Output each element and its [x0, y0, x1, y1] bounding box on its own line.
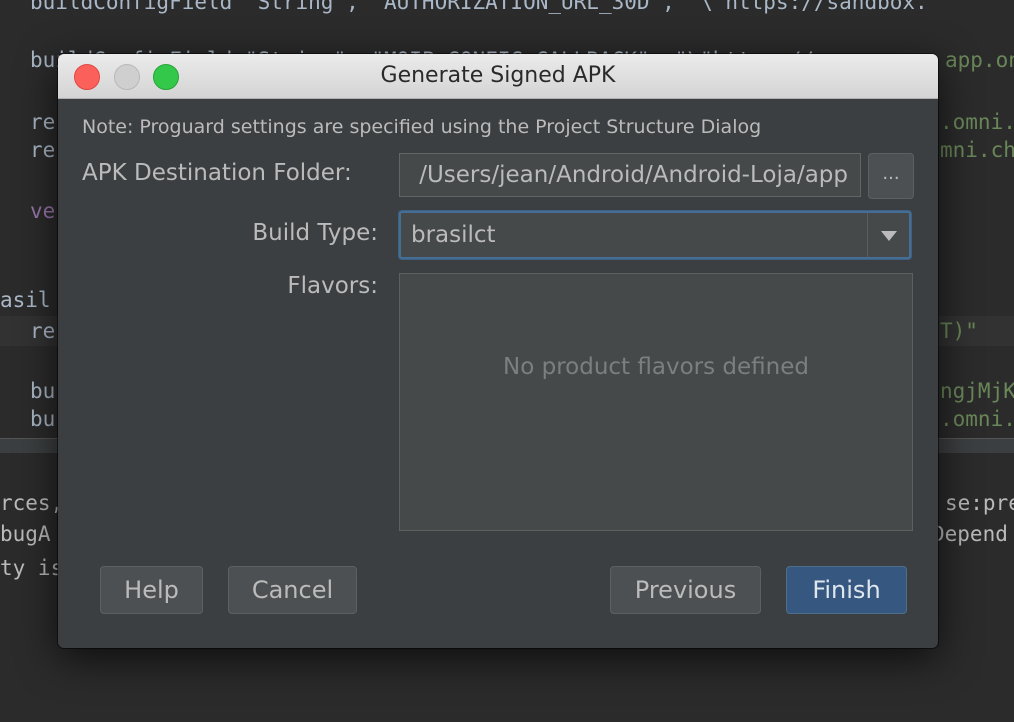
- build-type-value: brasilct: [411, 222, 496, 248]
- flavors-list[interactable]: No product flavors defined: [399, 273, 913, 531]
- browse-folder-button[interactable]: ...: [868, 153, 914, 199]
- help-button[interactable]: Help: [100, 566, 203, 614]
- code-line: ve: [30, 199, 56, 223]
- code-line: re: [30, 110, 56, 134]
- console-line: rces,: [0, 491, 64, 515]
- code-line: re: [30, 138, 56, 162]
- dialog-titlebar[interactable]: Generate Signed APK: [58, 54, 938, 99]
- code-line-fragment: T)": [940, 319, 978, 343]
- code-line-fragment: .omni.: [940, 110, 1014, 134]
- code-line: bu: [30, 379, 56, 403]
- code-line-fragment: app.on: [945, 48, 1014, 72]
- previous-button[interactable]: Previous: [610, 566, 761, 614]
- code-line: asil: [0, 288, 51, 312]
- code-line-fragment: .omni.: [940, 407, 1014, 431]
- code-line: re: [30, 319, 56, 343]
- console-line-fragment: Depend: [932, 522, 1008, 546]
- flavors-label: Flavors:: [287, 273, 378, 299]
- code-line: buildConfigField "String", "AUTHORIZATIO…: [30, 0, 928, 14]
- console-line-fragment: se:pre: [945, 491, 1014, 515]
- code-line-fragment: mni.ch: [940, 138, 1014, 162]
- build-type-label: Build Type:: [252, 220, 378, 246]
- chevron-down-icon[interactable]: [867, 213, 909, 257]
- destination-folder-value: /Users/jean/Android/Android-Loja/app: [419, 162, 848, 188]
- dialog-title: Generate Signed APK: [380, 63, 616, 88]
- proguard-note: Note: Proguard settings are specified us…: [82, 116, 762, 138]
- cancel-button[interactable]: Cancel: [228, 566, 357, 614]
- destination-folder-label: APK Destination Folder:: [82, 160, 352, 186]
- code-line: bu: [30, 407, 56, 431]
- finish-button[interactable]: Finish: [786, 566, 907, 614]
- build-type-select[interactable]: brasilct: [399, 211, 911, 259]
- flavors-empty-text: No product flavors defined: [503, 354, 809, 380]
- console-line: bugA: [0, 522, 51, 546]
- code-line-fragment: ngjMjK: [940, 379, 1014, 403]
- generate-signed-apk-dialog: Generate Signed APK Note: Proguard setti…: [58, 54, 938, 648]
- destination-folder-field[interactable]: /Users/jean/Android/Android-Loja/app: [399, 153, 861, 197]
